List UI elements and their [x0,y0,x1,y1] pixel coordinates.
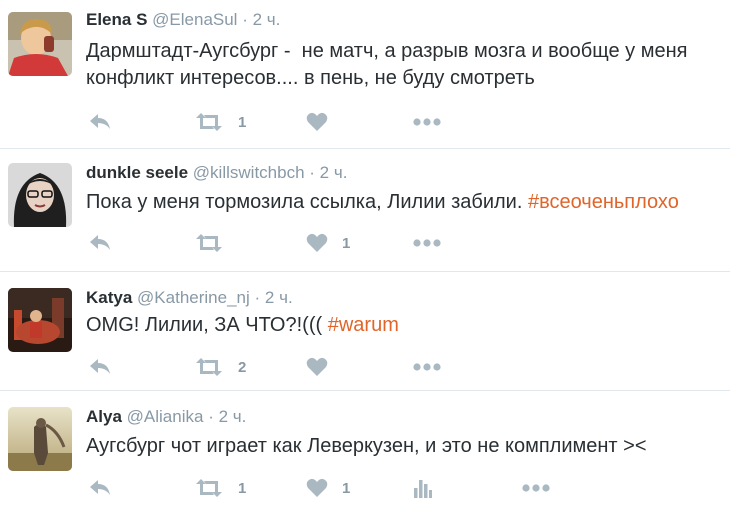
like-button[interactable]: 1 [306,477,350,499]
reply-button[interactable] [88,356,112,378]
tweet-3: Katya @Katherine_nj · 2 ч. OMG! Лилии, З… [0,272,730,391]
like-icon [306,112,328,131]
avatar[interactable] [8,407,72,471]
more-icon [522,484,550,492]
more-button[interactable] [413,232,441,254]
display-name[interactable]: dunkle seele [86,163,188,182]
like-icon [306,233,328,252]
display-name[interactable]: Elena S [86,10,147,29]
reply-button[interactable] [88,477,112,499]
display-name[interactable]: Alya [86,407,122,426]
display-name[interactable]: Katya [86,288,132,307]
timestamp[interactable]: 2 ч. [253,10,281,29]
retweet-icon [196,479,222,497]
tweet-body: Пока у меня тормозила ссылка, Лилии заби… [86,191,528,213]
avatar[interactable] [8,12,72,76]
username[interactable]: @Katherine_nj [137,288,250,307]
separator: · [309,163,315,182]
retweet-icon [196,234,222,252]
username[interactable]: @Alianika [127,407,204,426]
more-icon [413,363,441,371]
tweet-text: Дармштадт-Аугсбург - не матч, а разрыв м… [86,38,726,92]
like-button[interactable] [306,356,342,378]
avatar[interactable] [8,288,72,352]
separator: · [242,10,248,29]
retweet-count: 2 [238,358,247,376]
retweet-button[interactable]: 1 [194,111,246,133]
timestamp[interactable]: 2 ч. [219,407,247,426]
more-icon [413,118,441,126]
retweet-icon [196,113,222,131]
tweet-4: Alya @Alianika · 2 ч. Аугсбург чот играе… [0,391,730,510]
analytics-icon [414,480,432,498]
more-button[interactable] [522,477,550,499]
username[interactable]: @ElenaSul [152,10,237,29]
timestamp[interactable]: 2 ч. [320,163,348,182]
separator: · [254,288,261,307]
tweet-body: Дармштадт-Аугсбург - не матч, а разрыв м… [86,40,688,89]
tweet-header: dunkle seele @killswitchbch · 2 ч. [86,163,347,183]
retweet-count: 1 [238,479,247,497]
retweet-count: 1 [238,113,247,131]
tweet-header: Katya @Katherine_nj · 2 ч. [86,288,293,308]
tweet-text: OMG! Лилии, ЗА ЧТО?!((( #warum [86,312,726,339]
timestamp[interactable]: 2 ч. [265,288,293,307]
like-icon [306,478,328,497]
retweet-button[interactable] [194,232,238,254]
like-count: 1 [342,479,351,497]
more-button[interactable] [413,111,441,133]
separator: · [208,407,214,426]
tweet-text: Пока у меня тормозила ссылка, Лилии заби… [86,189,726,216]
more-icon [413,239,441,247]
more-button[interactable] [413,356,441,378]
like-button[interactable] [306,111,342,133]
username[interactable]: @killswitchbch [193,163,305,182]
like-button[interactable]: 1 [306,232,350,254]
hashtag-link[interactable]: #всеоченьплохо [528,191,679,213]
reply-button[interactable] [88,232,112,254]
reply-button[interactable] [88,111,112,133]
like-count: 1 [342,234,351,252]
tweet-1: Elena S @ElenaSul · 2 ч. Дармштадт-Аугсб… [0,0,730,149]
analytics-button[interactable] [414,477,432,499]
hashtag-link[interactable]: #warum [328,314,399,336]
tweet-header: Alya @Alianika · 2 ч. [86,407,246,427]
tweet-2: dunkle seele @killswitchbch · 2 ч. Пока … [0,149,730,272]
tweet-body: OMG! Лилии, ЗА ЧТО?!((( [86,314,328,336]
tweet-body: Аугсбург чот играет как Леверкузен, и эт… [86,435,647,457]
retweet-button[interactable]: 1 [194,477,246,499]
reply-icon [90,114,110,129]
reply-icon [90,359,110,374]
tweet-text: Аугсбург чот играет как Леверкузен, и эт… [86,433,726,460]
retweet-button[interactable]: 2 [194,356,246,378]
like-icon [306,357,328,376]
retweet-icon [196,358,222,376]
tweet-header: Elena S @ElenaSul · 2 ч. [86,10,280,30]
reply-icon [90,235,110,250]
reply-icon [90,480,110,495]
avatar[interactable] [8,163,72,227]
